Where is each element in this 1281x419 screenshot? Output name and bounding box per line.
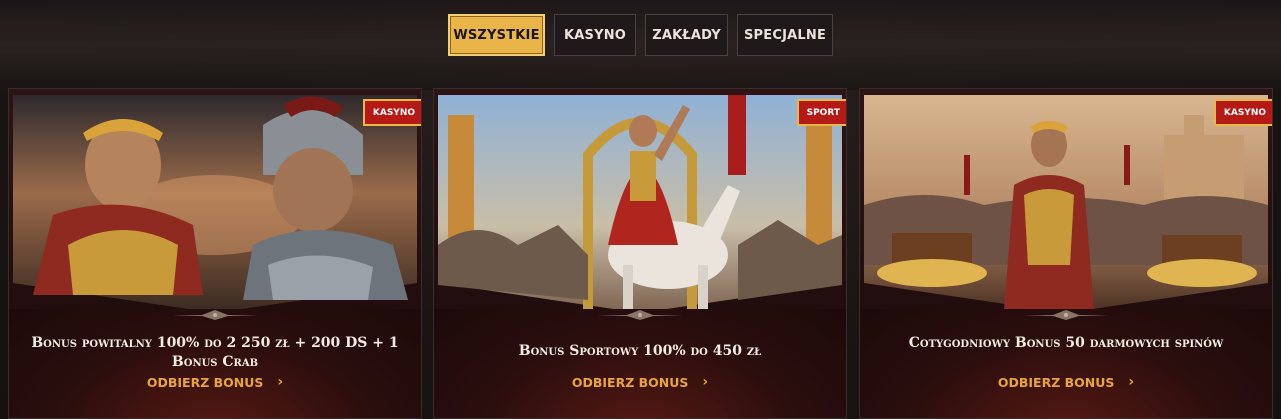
chevron-right-icon: › bbox=[1128, 374, 1135, 390]
bonus-card[interactable]: KASYNO Bonus powitalny 100% do 2 250 zł … bbox=[8, 88, 422, 419]
bonus-title: Bonus Sportowy 100% do 450 zł bbox=[518, 343, 762, 359]
chevron-right-icon: › bbox=[702, 374, 709, 390]
ornament-divider bbox=[1023, 310, 1109, 320]
bonus-title: Cotygodniowy Bonus 50 darmowych spinów bbox=[908, 335, 1224, 351]
claim-bonus-button[interactable]: ODBIERZ BONUS › bbox=[860, 374, 1272, 390]
bonus-card-image bbox=[864, 95, 1268, 315]
bonus-card-image bbox=[13, 95, 417, 315]
ornament-divider bbox=[597, 310, 683, 320]
claim-bonus-label: ODBIERZ BONUS bbox=[571, 374, 689, 390]
tab-zaklady[interactable]: ZAKŁADY bbox=[645, 14, 728, 56]
claim-bonus-button[interactable]: ODBIERZ BONUS › bbox=[9, 374, 421, 390]
bonus-card[interactable]: SPORT Bonus Sportowy 100% do 450 zł ODBI… bbox=[433, 88, 847, 419]
category-tabs: WSZYSTKIE KASYNO ZAKŁADY SPECJALNE bbox=[448, 14, 833, 56]
tab-kasyno[interactable]: KASYNO bbox=[554, 14, 636, 56]
ornament-divider bbox=[172, 310, 258, 320]
claim-bonus-button[interactable]: ODBIERZ BONUS › bbox=[434, 374, 846, 390]
chevron-right-icon: › bbox=[277, 374, 284, 390]
claim-bonus-label: ODBIERZ BONUS bbox=[146, 374, 264, 390]
bonus-card[interactable]: KASYNO Cotygodniowy Bonus 50 darmowych s… bbox=[859, 88, 1273, 419]
bonus-card-image bbox=[438, 95, 842, 315]
claim-bonus-label: ODBIERZ BONUS bbox=[997, 374, 1115, 390]
card-footer-background bbox=[434, 309, 846, 418]
bonus-title: Bonus powitalny 100% do 2 250 zł + 200 D… bbox=[31, 335, 399, 370]
category-badge: KASYNO bbox=[362, 99, 421, 126]
category-badge: KASYNO bbox=[1213, 99, 1272, 126]
tab-wszystkie[interactable]: WSZYSTKIE bbox=[448, 14, 545, 56]
category-badge: SPORT bbox=[796, 99, 846, 126]
card-footer-background bbox=[860, 309, 1272, 418]
tab-specjalne[interactable]: SPECJALNE bbox=[737, 14, 833, 56]
